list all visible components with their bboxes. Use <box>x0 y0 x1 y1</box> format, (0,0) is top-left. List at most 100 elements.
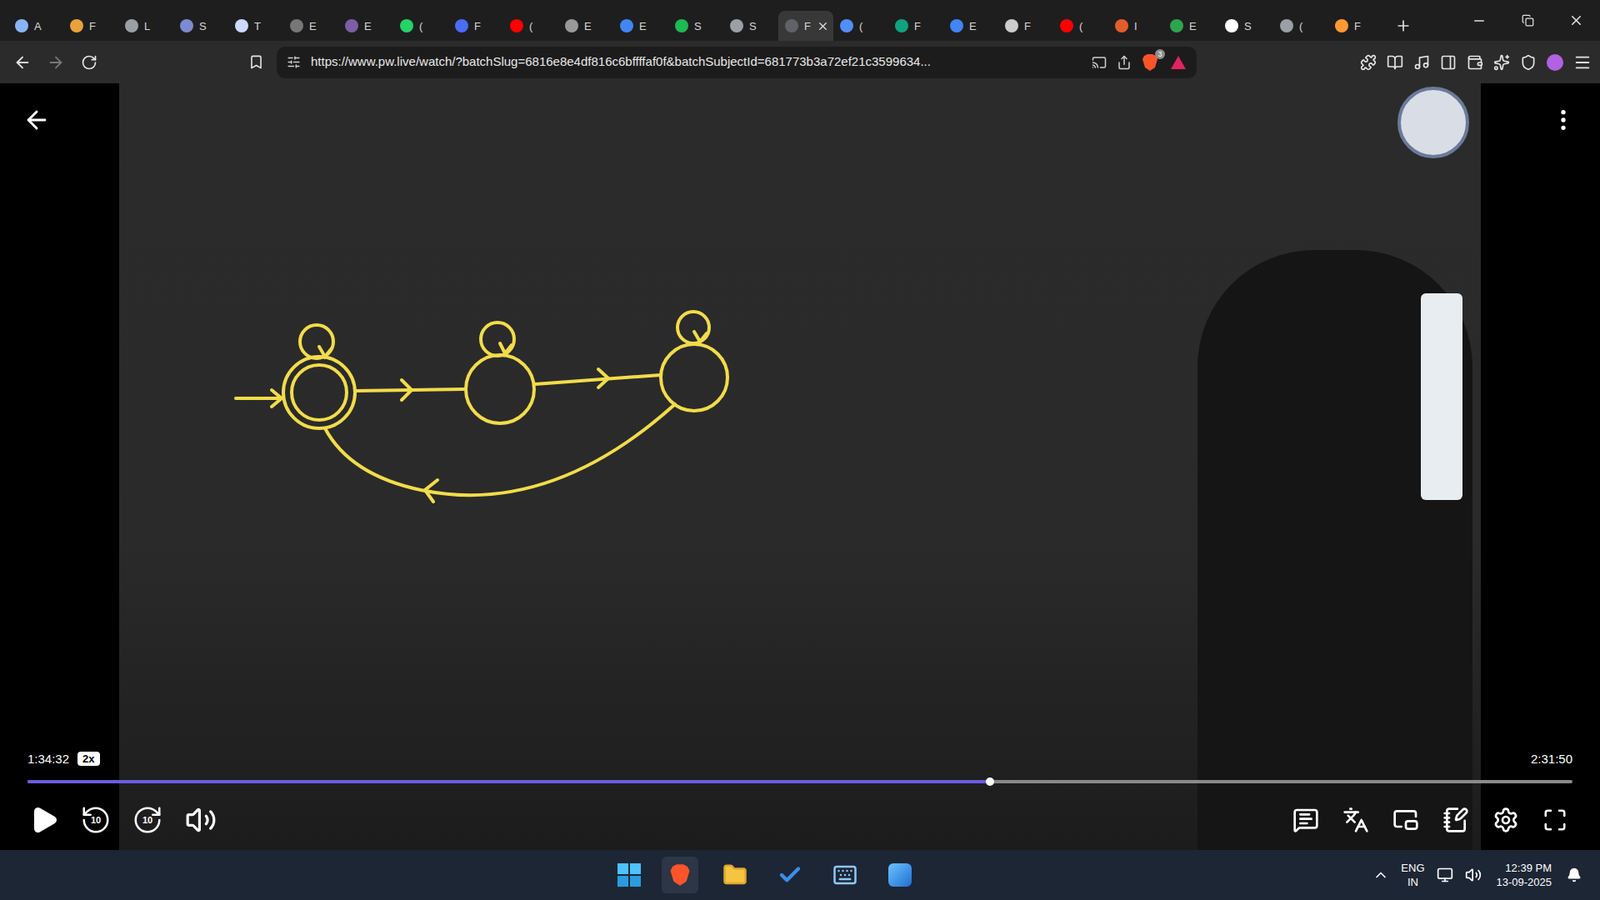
browser-tab[interactable]: E <box>613 10 669 41</box>
time: 12:39 PM <box>1505 860 1552 875</box>
browser-tab[interactable]: S <box>173 10 229 41</box>
more-icon <box>1550 106 1577 134</box>
skip-back-button[interactable]: 10 <box>79 803 113 837</box>
profile-avatar-icon[interactable] <box>1546 54 1564 71</box>
progress-handle[interactable] <box>985 777 995 786</box>
notes-icon[interactable] <box>1442 806 1470 834</box>
language-indicator[interactable]: ENGIN <box>1400 860 1425 890</box>
volume-icon <box>185 804 217 836</box>
state-circle <box>660 344 728 411</box>
bookmark-button[interactable] <box>243 50 269 75</box>
favicon-icon <box>290 19 304 33</box>
restore-button[interactable] <box>1503 0 1552 41</box>
plus-icon <box>1395 17 1412 35</box>
channel-logo-icon <box>1397 86 1470 159</box>
sound-icon[interactable] <box>1465 866 1482 884</box>
browser-tab[interactable]: E <box>558 10 614 41</box>
brave-rewards-icon[interactable] <box>1170 55 1187 70</box>
brave-shields-button[interactable]: 3 <box>1141 53 1160 72</box>
keyboard-button[interactable] <box>826 856 864 894</box>
new-tab-button[interactable] <box>1388 10 1419 41</box>
duration: 2:31:50 <box>1530 750 1573 770</box>
favicon-icon <box>345 19 359 33</box>
browser-tab[interactable]: A <box>8 10 64 41</box>
browser-tab[interactable]: E <box>338 10 394 41</box>
back-button[interactable] <box>10 50 35 75</box>
show-hidden-icons-icon[interactable] <box>1372 866 1390 884</box>
back-arrow-icon <box>13 53 32 72</box>
address-bar[interactable]: https://www.pw.live/watch/?batchSlug=681… <box>276 46 1197 79</box>
browser-tab[interactable]: F <box>448 10 504 41</box>
browser-tab[interactable]: F <box>998 10 1054 41</box>
menu-icon[interactable] <box>1573 53 1592 72</box>
favicon-icon <box>400 19 414 33</box>
skip-forward-button[interactable]: 10 <box>130 803 165 837</box>
close-tab-icon[interactable] <box>816 20 830 33</box>
fullscreen-icon[interactable] <box>1542 807 1568 833</box>
translate-icon[interactable] <box>1342 806 1370 834</box>
tab-title: F <box>914 20 921 32</box>
clock[interactable]: 12:39 PM13-09-2025 <box>1493 860 1556 890</box>
close-window-button[interactable] <box>1551 0 1600 41</box>
region: IN <box>1407 875 1419 890</box>
forward-button[interactable] <box>43 50 69 75</box>
windows-logo-icon <box>617 863 641 887</box>
browser-tab[interactable]: S <box>1218 10 1274 41</box>
vpn-icon[interactable] <box>1520 54 1537 71</box>
brave-taskbar-button[interactable] <box>661 856 699 894</box>
wallet-icon[interactable] <box>1466 54 1484 71</box>
browser-tab[interactable]: L <box>118 10 174 41</box>
tab-title: E <box>639 20 647 32</box>
browser-tab[interactable]: F <box>63 10 119 41</box>
browser-tab[interactable]: ( <box>1273 10 1329 41</box>
browser-tab[interactable]: F <box>1328 10 1384 41</box>
volume-button[interactable] <box>182 803 220 837</box>
sidebar-icon[interactable] <box>1440 54 1457 71</box>
browser-tab[interactable]: I <box>1108 10 1164 41</box>
check-icon <box>777 862 803 888</box>
speed-badge[interactable]: 2x <box>77 751 100 766</box>
picture-in-picture-icon[interactable] <box>1392 806 1420 834</box>
browser-tab[interactable]: ( <box>1053 10 1109 41</box>
reading-mode-icon[interactable] <box>1386 54 1404 71</box>
favicon-icon <box>125 19 139 33</box>
browser-tab[interactable]: F <box>888 10 944 41</box>
exit-player-button[interactable] <box>20 103 54 137</box>
media-icon[interactable] <box>1413 54 1430 71</box>
browser-tab[interactable]: ( <box>833 10 889 41</box>
notification-bell-icon[interactable] <box>1566 867 1582 883</box>
folder-icon <box>722 862 748 888</box>
reload-button[interactable] <box>76 50 102 75</box>
board-toolbar <box>1420 293 1463 500</box>
browser-tab[interactable]: S <box>723 10 779 41</box>
play-button[interactable] <box>27 803 61 837</box>
browser-tab[interactable]: F <box>778 10 834 41</box>
paint-button[interactable] <box>881 856 919 894</box>
tab-title: E <box>969 20 977 32</box>
more-options-button[interactable] <box>1548 103 1579 137</box>
progress-bar[interactable] <box>27 780 1573 784</box>
cast-icon[interactable] <box>1091 55 1107 70</box>
favicon-icon <box>455 19 469 33</box>
browser-tab[interactable]: E <box>943 10 999 41</box>
settings-icon[interactable] <box>1492 806 1520 834</box>
tab-title: ( <box>1079 20 1083 32</box>
todo-button[interactable] <box>771 856 809 894</box>
site-info-icon[interactable] <box>286 55 301 70</box>
file-explorer-button[interactable] <box>716 856 754 894</box>
favicon-icon <box>1005 19 1019 33</box>
extensions-icon[interactable] <box>1360 54 1377 71</box>
share-icon[interactable] <box>1116 55 1132 70</box>
browser-tab[interactable]: S <box>668 10 724 41</box>
browser-tab[interactable]: E <box>1163 10 1219 41</box>
leo-icon[interactable] <box>1493 54 1510 71</box>
video-player[interactable]: 1:34:322x2:31:501010 <box>0 83 1600 850</box>
browser-tab[interactable]: E <box>283 10 339 41</box>
browser-tab[interactable]: T <box>228 10 284 41</box>
network-icon[interactable] <box>1436 866 1454 884</box>
browser-tab[interactable]: ( <box>503 10 559 41</box>
start-button[interactable] <box>615 860 644 890</box>
browser-tab[interactable]: ( <box>393 10 449 41</box>
chat-icon[interactable] <box>1292 806 1320 834</box>
minimize-button[interactable] <box>1455 0 1504 41</box>
